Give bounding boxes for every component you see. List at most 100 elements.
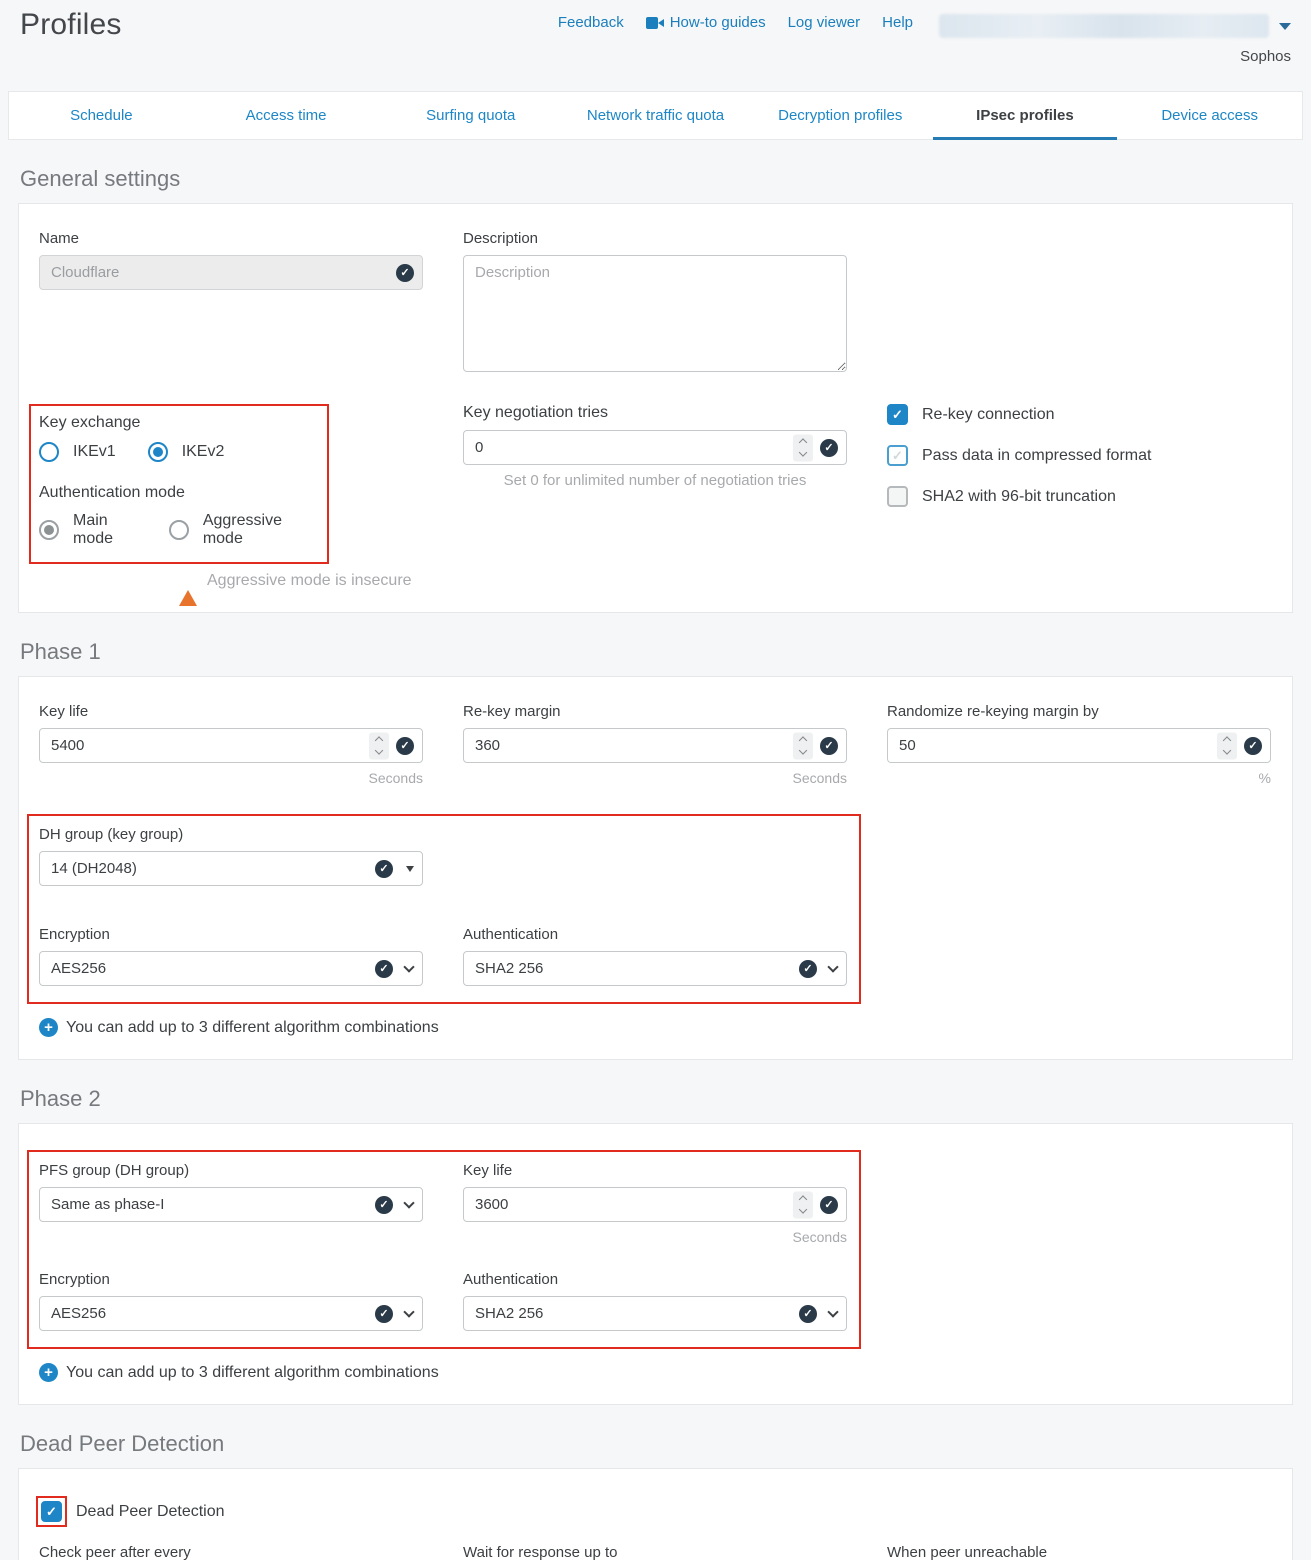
warning-triangle-icon: !: [179, 573, 197, 589]
tab-network-traffic-quota[interactable]: Network traffic quota: [563, 92, 748, 139]
dpd-wait-field-group: Wait for response up to ✓ Seconds: [463, 1544, 847, 1560]
name-label: Name: [39, 230, 423, 247]
p2-key-life-input[interactable]: [463, 1187, 847, 1222]
p2-authentication-select[interactable]: SHA2 256: [463, 1296, 847, 1331]
authentication-mode-label: Authentication mode: [39, 484, 315, 502]
dpd-unreachable-label: When peer unreachable: [887, 1544, 1271, 1560]
main-mode-radio[interactable]: [39, 520, 59, 540]
p2-pfs-value: Same as phase-I: [51, 1196, 164, 1213]
options-checkbox-group: ✓ Re-key connection ✓ Pass data in compr…: [887, 404, 1271, 590]
number-stepper-icon[interactable]: [793, 1191, 813, 1218]
compressed-format-label: Pass data in compressed format: [922, 447, 1151, 465]
check-circle-icon: ✓: [396, 737, 414, 755]
feedback-label: Feedback: [558, 14, 624, 31]
key-negotiation-field-group: Key negotiation tries ✓ Set 0 for unlimi…: [463, 404, 847, 590]
tab-device-access[interactable]: Device access: [1117, 92, 1302, 139]
aggressive-mode-label: Aggressive mode: [203, 512, 315, 548]
tab-ipsec-profiles[interactable]: IPsec profiles: [933, 92, 1118, 139]
header-links: Feedback How-to guides Log viewer Help: [558, 14, 913, 31]
p1-authentication-select[interactable]: SHA2 256: [463, 951, 847, 986]
p1-randomize-field-group: Randomize re-keying margin by ✓ %: [887, 703, 1271, 786]
p1-dh-group-select[interactable]: 14 (DH2048): [39, 851, 423, 886]
p1-randomize-input[interactable]: [887, 728, 1271, 763]
p2-encryption-field-group: Encryption AES256 ✓: [39, 1271, 423, 1331]
p2-pfs-label: PFS group (DH group): [39, 1162, 423, 1179]
phase2-heading: Phase 2: [20, 1086, 1291, 1112]
number-stepper-icon[interactable]: [793, 434, 813, 461]
key-negotiation-label: Key negotiation tries: [463, 404, 847, 422]
ikev2-radio[interactable]: [148, 442, 168, 462]
rekey-connection-checkbox[interactable]: ✓: [887, 404, 908, 425]
dpd-check-peer-field-group: Check peer after every ✓ Seconds: [39, 1544, 423, 1560]
check-circle-icon: ✓: [799, 1305, 817, 1323]
p2-add-combination[interactable]: + You can add up to 3 different algorith…: [39, 1363, 1272, 1382]
check-circle-icon: ✓: [375, 960, 393, 978]
log-viewer-link[interactable]: Log viewer: [788, 14, 861, 31]
p2-pfs-select[interactable]: Same as phase-I: [39, 1187, 423, 1222]
howto-label: How-to guides: [670, 14, 766, 31]
p1-rekey-margin-unit: Seconds: [463, 770, 847, 786]
p2-encryption-select[interactable]: AES256: [39, 1296, 423, 1331]
number-stepper-icon[interactable]: [369, 732, 389, 759]
sha2-truncation-label: SHA2 with 96-bit truncation: [922, 488, 1116, 506]
p1-add-combination[interactable]: + You can add up to 3 different algorith…: [39, 1018, 1272, 1037]
p1-dh-group-field-group: DH group (key group) 14 (DH2048) ✓: [39, 826, 423, 886]
key-exchange-annotation-box: Key exchange IKEv1 IKEv2 Authentication …: [29, 404, 329, 564]
dpd-wait-label: Wait for response up to: [463, 1544, 847, 1560]
p2-add-hint: You can add up to 3 different algorithm …: [66, 1364, 439, 1382]
check-circle-icon: ✓: [396, 264, 414, 282]
feedback-link[interactable]: Feedback: [558, 14, 624, 31]
p1-rekey-margin-input[interactable]: [463, 728, 847, 763]
name-field-group: Name ✓: [39, 230, 423, 376]
tab-access-time[interactable]: Access time: [194, 92, 379, 139]
p1-encryption-select[interactable]: AES256: [39, 951, 423, 986]
dpd-heading: Dead Peer Detection: [20, 1431, 1291, 1457]
compressed-format-checkbox[interactable]: ✓: [887, 445, 908, 466]
p1-key-life-unit: Seconds: [39, 770, 423, 786]
number-stepper-icon[interactable]: [1217, 732, 1237, 759]
key-negotiation-input[interactable]: [463, 430, 847, 465]
p1-key-life-input[interactable]: [39, 728, 423, 763]
sha2-truncation-checkbox[interactable]: [887, 486, 908, 507]
name-input[interactable]: [39, 255, 423, 290]
howto-guides-link[interactable]: How-to guides: [646, 14, 766, 31]
tab-surfing-quota[interactable]: Surfing quota: [378, 92, 563, 139]
caret-down-icon: [406, 866, 414, 872]
dpd-card: ✓ Dead Peer Detection Check peer after e…: [18, 1468, 1293, 1560]
p1-randomize-label: Randomize re-keying margin by: [887, 703, 1271, 720]
account-selector[interactable]: [939, 14, 1291, 38]
ikev1-label: IKEv1: [73, 443, 116, 461]
p1-authentication-label: Authentication: [463, 926, 847, 943]
p1-encryption-value: AES256: [51, 960, 106, 977]
p1-rekey-margin-field-group: Re-key margin ✓ Seconds: [463, 703, 847, 786]
aggressive-mode-radio[interactable]: [169, 520, 189, 540]
p2-key-life-unit: Seconds: [463, 1229, 847, 1245]
dpd-enable-checkbox[interactable]: ✓: [41, 1501, 62, 1522]
check-circle-icon: ✓: [820, 737, 838, 755]
p2-authentication-field-group: Authentication SHA2 256 ✓: [463, 1271, 847, 1331]
key-negotiation-hint: Set 0 for unlimited number of negotiatio…: [463, 472, 847, 489]
ikev1-radio[interactable]: [39, 442, 59, 462]
phase1-card: Key life ✓ Seconds Re-key margin ✓ Secon…: [18, 676, 1293, 1060]
p2-encryption-value: AES256: [51, 1305, 106, 1322]
p1-authentication-field-group: Authentication SHA2 256 ✓: [463, 926, 847, 986]
description-textarea[interactable]: [463, 255, 847, 372]
phase2-card: PFS group (DH group) Same as phase-I ✓ K…: [18, 1123, 1293, 1405]
p1-dh-group-label: DH group (key group): [39, 826, 423, 843]
check-circle-icon: ✓: [799, 960, 817, 978]
page-title: Profiles: [20, 8, 122, 42]
dpd-checkbox-annotation-box: ✓: [36, 1496, 67, 1527]
number-stepper-icon[interactable]: [793, 732, 813, 759]
tab-decryption-profiles[interactable]: Decryption profiles: [748, 92, 933, 139]
tab-schedule[interactable]: Schedule: [9, 92, 194, 139]
p1-key-life-field-group: Key life ✓ Seconds: [39, 703, 423, 786]
p2-encryption-label: Encryption: [39, 1271, 423, 1288]
dpd-enable-label: Dead Peer Detection: [76, 1503, 225, 1521]
aggressive-warning-text: Aggressive mode is insecure: [207, 572, 412, 590]
description-field-group: Description: [463, 230, 847, 376]
plus-circle-icon: +: [39, 1363, 58, 1382]
p1-rekey-margin-label: Re-key margin: [463, 703, 847, 720]
help-link[interactable]: Help: [882, 14, 913, 31]
p2-key-life-label: Key life: [463, 1162, 847, 1179]
video-camera-icon: [646, 17, 664, 29]
